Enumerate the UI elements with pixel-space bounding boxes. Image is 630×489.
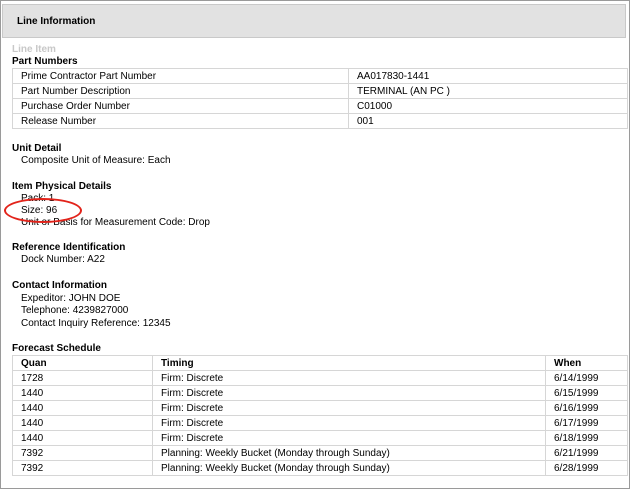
expeditor-text: Expeditor: JOHN DOE [21,293,121,304]
part-value-cell: C01000 [348,98,628,114]
table-row: 1440 Firm: Discrete 6/18/1999 [12,430,628,446]
timing-cell: Planning: Weekly Bucket (Monday through … [152,445,546,461]
quan-cell: 1440 [12,385,153,401]
physical-details-title: Item Physical Details [12,181,112,192]
timing-header: Timing [152,355,546,371]
timing-cell: Firm: Discrete [152,385,546,401]
when-cell: 6/14/1999 [545,370,628,386]
contact-title: Contact Information [12,280,107,291]
part-value-cell: 001 [348,113,628,129]
line-item-label: Line Item [12,44,56,55]
quan-cell: 7392 [12,460,153,476]
part-numbers-table: Prime Contractor Part Number AA017830-14… [12,68,628,129]
part-label-cell: Part Number Description [12,83,349,99]
table-row: 1440 Firm: Discrete 6/15/1999 [12,385,628,401]
when-cell: 6/28/1999 [545,460,628,476]
part-label-cell: Purchase Order Number [12,98,349,114]
when-cell: 6/15/1999 [545,385,628,401]
header-bar: Line Information [2,4,626,38]
quan-cell: 1440 [12,430,153,446]
part-label-cell: Prime Contractor Part Number [12,68,349,84]
table-row: 7392 Planning: Weekly Bucket (Monday thr… [12,460,628,476]
telephone-text: Telephone: 4239827000 [21,305,129,316]
timing-cell: Planning: Weekly Bucket (Monday through … [152,460,546,476]
contact-inquiry-text: Contact Inquiry Reference: 12345 [21,318,171,329]
quan-cell: 1728 [12,370,153,386]
table-row: 7392 Planning: Weekly Bucket (Monday thr… [12,445,628,461]
quan-cell: 1440 [12,400,153,416]
table-row: 1728 Firm: Discrete 6/14/1999 [12,370,628,386]
quan-cell: 7392 [12,445,153,461]
dock-number-text: Dock Number: A22 [21,254,105,265]
quan-header: Quan [12,355,153,371]
when-header: When [545,355,628,371]
forecast-title: Forecast Schedule [12,343,101,354]
page-title: Line Information [17,16,96,27]
timing-cell: Firm: Discrete [152,400,546,416]
when-cell: 6/21/1999 [545,445,628,461]
unit-detail-title: Unit Detail [12,143,62,154]
table-row: Release Number 001 [12,113,628,129]
forecast-table: Quan Timing When 1728 Firm: Discrete 6/1… [12,355,628,476]
part-value-cell: AA017830-1441 [348,68,628,84]
table-header-row: Quan Timing When [12,355,628,371]
part-label-cell: Release Number [12,113,349,129]
table-row: 1440 Firm: Discrete 6/16/1999 [12,400,628,416]
part-numbers-title: Part Numbers [12,56,78,67]
table-row: Purchase Order Number C01000 [12,98,628,114]
table-row: Prime Contractor Part Number AA017830-14… [12,68,628,84]
quan-cell: 1440 [12,415,153,431]
table-row: Part Number Description TERMINAL (AN PC … [12,83,628,99]
when-cell: 6/16/1999 [545,400,628,416]
reference-title: Reference Identification [12,242,126,253]
table-row: 1440 Firm: Discrete 6/17/1999 [12,415,628,431]
when-cell: 6/18/1999 [545,430,628,446]
timing-cell: Firm: Discrete [152,430,546,446]
size-highlight-annotation [4,198,82,223]
timing-cell: Firm: Discrete [152,415,546,431]
when-cell: 6/17/1999 [545,415,628,431]
part-value-cell: TERMINAL (AN PC ) [348,83,628,99]
composite-unit-text: Composite Unit of Measure: Each [21,155,171,166]
timing-cell: Firm: Discrete [152,370,546,386]
